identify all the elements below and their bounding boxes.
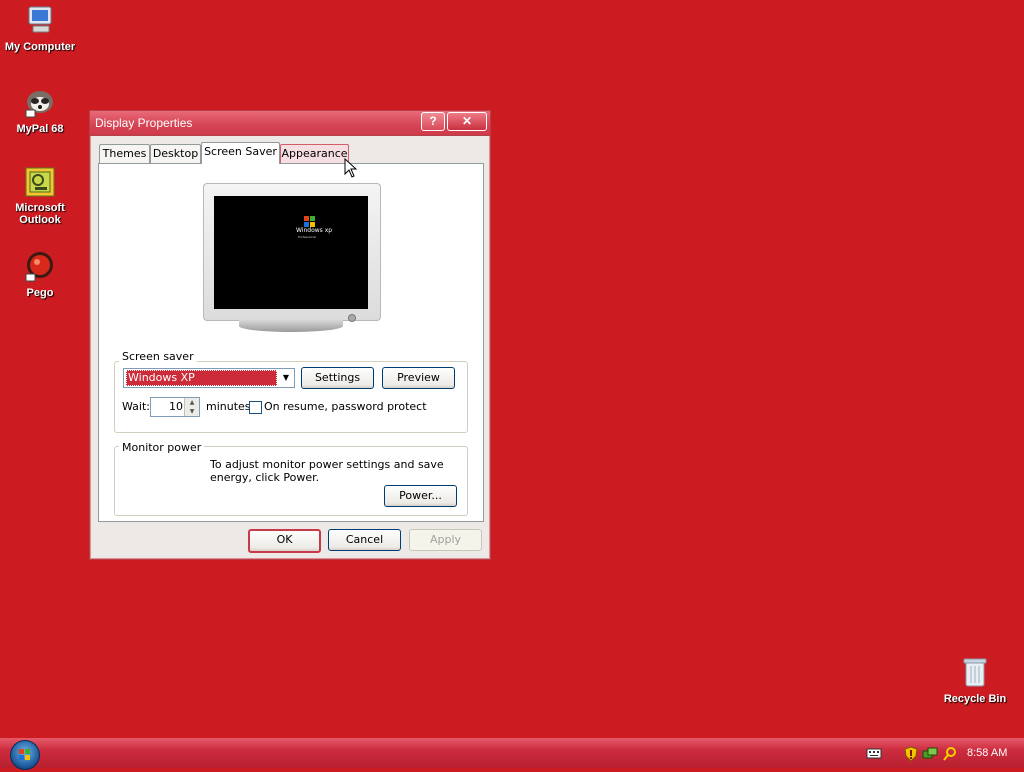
help-button[interactable]: ? <box>421 112 445 131</box>
keyboard-icon[interactable] <box>866 746 882 763</box>
monitor-preview: Windows xp Professional <box>203 183 381 322</box>
power-button[interactable]: Power... <box>384 485 457 507</box>
settings-button[interactable]: Settings <box>301 367 374 389</box>
recycle-bin-icon <box>935 656 1015 691</box>
mouse-cursor-icon <box>344 158 358 178</box>
desktop-icon-label: Recycle Bin <box>943 693 1007 705</box>
wait-value: 10 <box>169 400 183 413</box>
windows-logo-icon <box>304 216 315 227</box>
preview-screen-subtext: Professional <box>298 235 317 239</box>
screen-saver-panel: Windows xp Professional Screen saver Win… <box>98 163 484 522</box>
network-icon[interactable] <box>922 746 938 765</box>
apply-button: Apply <box>409 529 482 551</box>
tab-appearance[interactable]: Appearance <box>280 144 349 163</box>
preview-button[interactable]: Preview <box>382 367 455 389</box>
preview-screen-text: Windows xp <box>296 227 333 234</box>
desktop-icon-my-computer[interactable]: My Computer <box>0 4 80 53</box>
tab-themes[interactable]: Themes <box>99 144 150 163</box>
desktop-icon-label: Pego <box>26 287 54 299</box>
search-icon[interactable] <box>942 746 958 765</box>
desktop-icon-label: Microsoft Outlook <box>15 202 65 226</box>
desktop-icon-label: My Computer <box>4 41 76 53</box>
preview-screen: Windows xp Professional <box>214 196 368 309</box>
display-properties-dialog: Display Properties ? ✕ Themes Desktop Sc… <box>89 110 491 560</box>
dialog-title: Display Properties <box>95 116 193 130</box>
desktop-icon-label: MyPal 68 <box>16 123 64 135</box>
password-protect-label[interactable]: On resume, password protect <box>264 400 427 413</box>
windows-logo-icon <box>19 749 30 760</box>
monitor-button <box>348 314 356 322</box>
screen-saver-group-label: Screen saver <box>119 350 197 363</box>
wait-minutes-stepper[interactable]: 10 ▲ ▼ <box>150 397 200 417</box>
mypal-raccoon-icon <box>0 86 80 121</box>
pego-icon <box>0 250 80 285</box>
security-shield-icon[interactable] <box>904 746 918 765</box>
minutes-label: minutes <box>206 400 251 413</box>
password-protect-checkbox[interactable] <box>249 401 262 414</box>
screen-saver-selected: Windows XP <box>126 370 277 386</box>
monitor-stand <box>239 320 343 332</box>
close-button[interactable]: ✕ <box>447 112 487 131</box>
cancel-button[interactable]: Cancel <box>328 529 401 551</box>
my-computer-icon <box>0 4 80 39</box>
desktop-icon-mypal[interactable]: MyPal 68 <box>0 86 80 135</box>
close-icon: ✕ <box>461 114 473 128</box>
clock[interactable]: 8:58 AM <box>967 747 1007 759</box>
chevron-down-icon[interactable]: ▼ <box>278 369 294 387</box>
screen-saver-select[interactable]: Windows XP ▼ <box>123 368 295 388</box>
monitor-power-group-label: Monitor power <box>119 441 205 454</box>
dialog-titlebar[interactable]: Display Properties ? ✕ <box>90 111 490 136</box>
taskbar: 8:58 AM <box>0 738 1024 770</box>
outlook-icon <box>0 167 80 200</box>
desktop-icon-recycle-bin[interactable]: Recycle Bin <box>935 656 1015 705</box>
start-button[interactable] <box>10 740 40 770</box>
monitor-power-text: To adjust monitor power settings and sav… <box>210 458 444 484</box>
tab-screen-saver[interactable]: Screen Saver <box>201 142 280 164</box>
desktop-icon-pego[interactable]: Pego <box>0 250 80 299</box>
desktop-icon-outlook[interactable]: Microsoft Outlook <box>0 167 80 226</box>
tab-desktop[interactable]: Desktop <box>150 144 201 163</box>
wait-label: Wait: <box>122 400 150 413</box>
ok-button[interactable]: OK <box>248 529 321 553</box>
spin-arrows-icon[interactable]: ▲ ▼ <box>184 398 199 416</box>
